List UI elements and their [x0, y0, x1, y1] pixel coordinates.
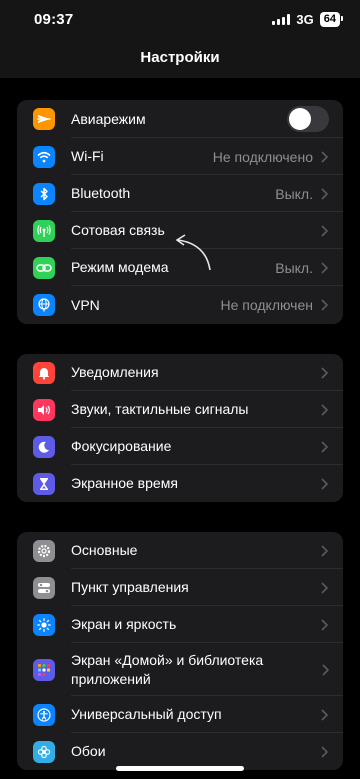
settings-row-control-center[interactable]: Пункт управления: [17, 569, 343, 606]
settings-row-notifications[interactable]: Уведомления: [17, 354, 343, 391]
settings-row-focus[interactable]: Фокусирование: [17, 428, 343, 465]
settings-row-sounds[interactable]: Звуки, тактильные сигналы: [17, 391, 343, 428]
settings-row-home-screen[interactable]: Экран «Домой» и библиотека приложений: [17, 643, 343, 696]
row-label: Экранное время: [71, 475, 178, 491]
settings-row-wifi[interactable]: Wi-Fi Не подключено: [17, 138, 343, 175]
hotspot-icon: [33, 256, 55, 279]
chevron-right-icon: [321, 187, 329, 201]
wifi-icon: [33, 145, 55, 168]
row-label: Экран и яркость: [71, 616, 177, 632]
row-value: Не подключен: [220, 297, 313, 313]
row-label: Уведомления: [71, 364, 159, 380]
chevron-right-icon: [321, 150, 329, 164]
chevron-right-icon: [321, 403, 329, 417]
speaker-icon: [33, 398, 55, 421]
row-value: Выкл.: [275, 259, 313, 276]
accessibility-icon: [33, 703, 55, 726]
toggle-knob: [289, 108, 311, 130]
row-label: Основные: [71, 542, 138, 558]
page-title: Настройки: [140, 49, 220, 66]
chevron-right-icon: [321, 544, 329, 558]
row-label: Bluetooth: [71, 185, 131, 201]
moon-icon: [33, 435, 55, 458]
settings-row-bluetooth[interactable]: Bluetooth Выкл.: [17, 175, 343, 212]
row-label: Экран «Домой» и библиотека приложений: [71, 651, 264, 687]
grid-icon: [33, 658, 55, 681]
row-label: Фокусирование: [71, 438, 172, 454]
row-value: Не подключено: [212, 148, 313, 165]
chevron-right-icon: [322, 663, 329, 677]
chevron-right-icon: [321, 261, 329, 275]
airplane-mode-toggle[interactable]: [287, 106, 329, 132]
chevron-right-icon: [321, 440, 329, 454]
status-bar: 09:37 3G 64: [0, 0, 360, 40]
settings-group-notifications: Уведомления Звуки, тактильные сигналы Фо…: [17, 354, 343, 502]
airplane-icon: [33, 108, 55, 130]
chevron-right-icon: [321, 708, 329, 722]
row-label: Wi-Fi: [71, 148, 104, 164]
annotation-arrow-icon: [170, 228, 216, 279]
chevron-right-icon: [321, 366, 329, 380]
row-label: Обои: [71, 743, 106, 759]
status-time: 09:37: [34, 11, 74, 28]
chevron-right-icon: [321, 581, 329, 595]
settings-row-wallpaper[interactable]: Обои: [17, 733, 343, 770]
cellular-icon: [33, 219, 55, 242]
gear-icon: [33, 539, 55, 562]
bluetooth-icon: [33, 182, 55, 205]
switches-icon: [33, 576, 55, 599]
settings-row-accessibility[interactable]: Универсальный доступ: [17, 696, 343, 733]
home-indicator[interactable]: [116, 766, 244, 771]
row-label: Пункт управления: [71, 579, 189, 595]
chevron-right-icon: [321, 298, 329, 312]
hourglass-icon: [33, 472, 55, 495]
network-type: 3G: [296, 12, 314, 27]
sun-icon: [33, 613, 55, 636]
settings-group-general: Основные Пункт управления Экран и яркост…: [17, 532, 343, 770]
settings-row-display-brightness[interactable]: Экран и яркость: [17, 606, 343, 643]
row-label: Авиарежим: [71, 110, 146, 127]
settings-row-screen-time[interactable]: Экранное время: [17, 465, 343, 502]
chevron-right-icon: [321, 745, 329, 759]
chevron-right-icon: [321, 477, 329, 491]
settings-group-connectivity: Авиарежим Wi-Fi Не подключено Bluetooth …: [17, 100, 343, 324]
settings-row-vpn[interactable]: VPN Не подключен: [17, 286, 343, 324]
status-indicators: 3G 64: [272, 12, 344, 27]
chevron-right-icon: [321, 618, 329, 632]
chevron-right-icon: [321, 224, 329, 238]
row-label: Звуки, тактильные сигналы: [71, 401, 249, 417]
settings-row-airplane-mode: Авиарежим: [17, 100, 343, 138]
row-label: VPN: [71, 296, 100, 313]
row-value: Выкл.: [275, 185, 313, 202]
battery-icon: 64: [319, 12, 344, 27]
bell-icon: [33, 361, 55, 384]
row-label: Универсальный доступ: [71, 706, 222, 722]
signal-strength-icon: [272, 14, 291, 25]
settings-row-general[interactable]: Основные: [17, 532, 343, 569]
flower-icon: [33, 740, 55, 763]
globe-icon: [33, 294, 55, 316]
